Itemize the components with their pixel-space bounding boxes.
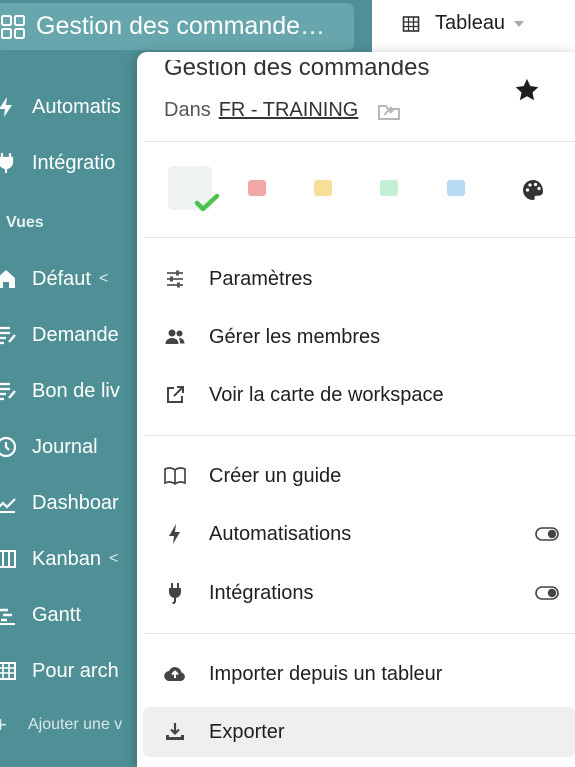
- sidebar-view-label: Pour arch: [32, 659, 119, 682]
- integrations-toggle[interactable]: [535, 586, 559, 600]
- sidebar-view-label: Gantt: [32, 603, 81, 626]
- menu-item-importer[interactable]: Importer depuis un tableur: [143, 649, 575, 699]
- plug-icon: [0, 153, 14, 173]
- menu-item-label: Intégrations: [209, 581, 314, 604]
- home-icon: [0, 270, 15, 288]
- board-options-menu: Gestion des commandes Dans FR - TRAINING…: [137, 52, 575, 767]
- sidebar-item-label: Automatis: [32, 95, 121, 118]
- sidebar-view-label: Journal: [32, 435, 98, 458]
- add-view-button[interactable]: + Ajouter une v: [0, 712, 122, 738]
- download-icon: [166, 723, 184, 740]
- board-title-button[interactable]: Gestion des commande…: [0, 3, 354, 50]
- menu-item-label: Voir la carte de workspace: [209, 383, 444, 406]
- cloud-upload-icon: [164, 667, 185, 682]
- share-icon: <: [98, 270, 109, 287]
- star-icon[interactable]: [513, 76, 541, 104]
- book-icon: [164, 467, 186, 486]
- chevron-down-icon: [514, 20, 525, 27]
- menu-item-exporter[interactable]: Exporter: [143, 707, 575, 757]
- table-icon: [402, 15, 420, 32]
- form-icon: [0, 326, 16, 345]
- clock-icon: [0, 436, 17, 458]
- divider: [145, 633, 575, 634]
- sidebar-view-label: Bon de liv: [32, 379, 120, 402]
- automatisations-toggle[interactable]: [535, 527, 559, 541]
- view-selector-label: Tableau: [435, 12, 506, 34]
- sidebar-view-label: Défaut: [32, 267, 91, 290]
- color-swatch-red[interactable]: [248, 180, 266, 196]
- menu-board-title: Gestion des commandes: [164, 54, 430, 81]
- color-swatch-yellow[interactable]: [314, 180, 332, 196]
- gantt-icon: [0, 608, 15, 625]
- divider: [145, 435, 575, 436]
- form-icon: [0, 382, 16, 401]
- menu-item-label: Paramètres: [209, 267, 313, 290]
- menu-item-creer-guide[interactable]: Créer un guide: [143, 451, 575, 501]
- grid-icon: [1, 14, 25, 39]
- bolt-icon: [0, 97, 12, 117]
- color-swatch-blue[interactable]: [447, 180, 465, 196]
- plus-icon: +: [0, 712, 7, 737]
- divider: [145, 141, 575, 142]
- share-icon: <: [108, 550, 119, 567]
- menu-item-label: Gérer les membres: [209, 325, 381, 348]
- sidebar-view-label: Demande: [32, 323, 119, 346]
- sidebar-item-label: Intégratio: [32, 151, 116, 174]
- menu-item-label: Importer depuis un tableur: [209, 662, 443, 685]
- bolt-icon: [169, 524, 180, 544]
- menu-item-label: Automatisations: [209, 522, 352, 545]
- chart-icon: [0, 498, 16, 513]
- kanban-icon: [0, 550, 16, 568]
- users-icon: [165, 329, 185, 344]
- table-icon: [0, 662, 16, 680]
- sliders-icon: [167, 270, 183, 288]
- location-prefix: Dans: [164, 99, 211, 121]
- move-to-workspace-icon[interactable]: [376, 100, 402, 122]
- menu-item-gerer-membres[interactable]: Gérer les membres: [143, 312, 575, 362]
- add-view-label: Ajouter une v: [28, 716, 123, 733]
- sidebar-view-label: Kanban: [32, 547, 101, 570]
- views-section-heading: Vues: [6, 214, 44, 231]
- menu-item-voir-carte-workspace[interactable]: Voir la carte de workspace: [143, 370, 575, 420]
- plug-icon: [169, 583, 181, 604]
- menu-item-automatisations[interactable]: Automatisations: [143, 509, 575, 559]
- board-title: Gestion des commande…: [36, 12, 326, 40]
- color-swatch-green[interactable]: [380, 180, 398, 196]
- divider: [145, 237, 575, 238]
- header-right: Tableau: [372, 0, 575, 52]
- external-link-icon: [167, 386, 184, 403]
- menu-item-label: Créer un guide: [209, 464, 342, 487]
- menu-item-label: Exporter: [209, 720, 285, 743]
- check-icon: [194, 193, 220, 212]
- menu-item-integrations[interactable]: Intégrations: [143, 568, 575, 618]
- view-selector[interactable]: Tableau: [402, 12, 525, 35]
- palette-icon[interactable]: [521, 178, 545, 202]
- menu-item-parametres[interactable]: Paramètres: [143, 254, 575, 304]
- sidebar-view-label: Dashboar: [32, 491, 119, 514]
- workspace-link[interactable]: FR - TRAINING: [219, 99, 359, 122]
- workspace-location: Dans FR - TRAINING: [164, 99, 402, 122]
